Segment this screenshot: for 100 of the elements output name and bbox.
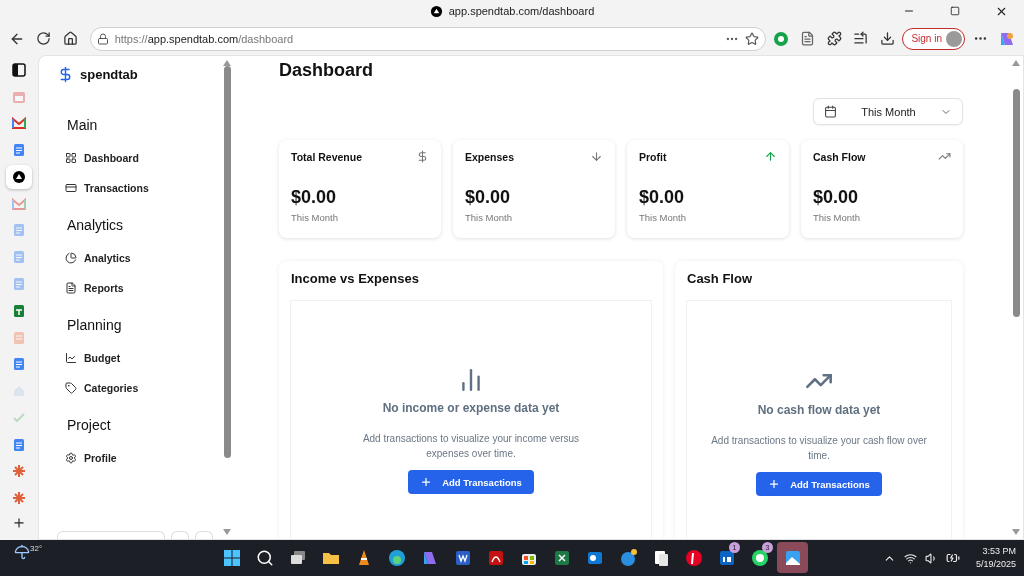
favorites-icon <box>853 31 869 46</box>
site-logo-icon <box>429 4 443 18</box>
swirl-icon <box>998 30 1015 47</box>
nav-item[interactable]: Analytics <box>57 243 221 273</box>
starburst-icon <box>12 464 26 479</box>
tag-icon <box>65 382 77 394</box>
line-chart-icon <box>65 352 77 364</box>
spreadsheet-icon <box>12 303 26 318</box>
trend-up-icon <box>938 150 951 163</box>
stat-value: $0.00 <box>291 187 338 208</box>
brand-name: spendtab <box>80 67 138 82</box>
lock-icon <box>96 32 109 45</box>
stat-label: Expenses <box>465 150 515 163</box>
document-icon <box>12 143 26 158</box>
new-tab-icon[interactable] <box>12 516 26 530</box>
settings-icon <box>65 452 77 464</box>
stat-note: This Month <box>813 212 861 223</box>
scroll-up-icon[interactable] <box>1012 60 1020 66</box>
refresh-icon <box>36 31 52 46</box>
restore-icon <box>950 6 960 16</box>
stat-note: This Month <box>291 212 339 223</box>
calendar-icon <box>12 89 26 104</box>
section-heading: Main <box>67 117 99 133</box>
browser-icon <box>386 547 407 568</box>
section-heading: Project <box>67 417 112 433</box>
scrollbar-thumb[interactable] <box>223 66 231 458</box>
checkmark-icon <box>12 410 26 425</box>
nav-item[interactable]: Reports <box>57 273 221 303</box>
scroll-down-icon[interactable] <box>1012 529 1020 535</box>
grid-icon <box>65 152 77 164</box>
document-icon <box>65 282 77 294</box>
plus-icon <box>768 478 781 490</box>
url-text: https://app.spendtab.com/dashboard <box>114 32 295 45</box>
empty-state-text: Add transactions to visualize your income versus expenses over time. <box>361 432 581 461</box>
window-title: app.spendtab.com/dashboard <box>448 5 595 17</box>
address-bar[interactable]: https://app.spendtab.com/dashboard <box>89 26 766 51</box>
starburst-icon <box>12 491 26 506</box>
empty-state-title: No income or expense data yet <box>382 401 560 415</box>
envelope-icon <box>12 116 26 131</box>
document-icon <box>12 250 26 265</box>
stat-note: This Month <box>639 212 687 223</box>
document-icon <box>12 277 26 291</box>
nav-item[interactable]: Dashboard <box>57 143 221 173</box>
page-title: Dashboard <box>279 60 375 81</box>
puzzle-icon <box>826 31 842 46</box>
download-icon <box>879 31 895 46</box>
add-transactions-button[interactable]: Add Transactions <box>408 470 534 494</box>
section-heading: Planning <box>67 317 123 333</box>
card-icon <box>65 182 77 194</box>
stat-note: This Month <box>465 212 513 223</box>
period-select[interactable]: This Month <box>813 98 963 125</box>
taskbar-app[interactable] <box>777 542 808 573</box>
scrollbar-thumb[interactable] <box>1012 88 1020 317</box>
calendar-icon <box>824 105 837 118</box>
empty-state-title: No cash flow data yet <box>757 403 881 417</box>
stat-value: $0.00 <box>639 187 686 208</box>
nav-item[interactable]: Transactions <box>57 173 221 203</box>
volume-icon[interactable] <box>924 551 938 565</box>
nav-item[interactable]: Budget <box>57 343 221 373</box>
stat-value: $0.00 <box>813 187 860 208</box>
sidebar-panel-icon <box>12 62 26 77</box>
ring-icon <box>772 30 789 47</box>
sign-in-button[interactable]: Sign in <box>902 27 965 50</box>
arrow-down-icon <box>590 150 603 163</box>
clock[interactable]: 3:53 PM 5/19/2025 <box>975 545 1016 571</box>
scroll-down-icon[interactable] <box>223 529 231 535</box>
home-icon <box>62 31 78 46</box>
arrow-up-icon <box>764 150 777 163</box>
stat-label: Profit <box>639 150 667 163</box>
slides-icon <box>12 330 26 345</box>
empty-state-text: Add transactions to visualize your cash flow over time. <box>710 434 928 463</box>
battery-icon[interactable] <box>945 551 960 565</box>
plus-icon <box>420 476 433 488</box>
document-icon <box>799 31 815 46</box>
avatar-icon <box>945 30 962 47</box>
pie-chart-icon <box>65 252 77 264</box>
stat-label: Cash Flow <box>813 150 866 163</box>
envelope-icon <box>12 196 26 211</box>
nav-item[interactable]: Profile <box>57 443 221 473</box>
document-icon <box>12 357 26 372</box>
nav-item[interactable]: Categories <box>57 373 221 403</box>
stat-label: Total Revenue <box>291 150 362 163</box>
stat-value: $0.00 <box>465 187 512 208</box>
dollar-icon <box>416 150 429 163</box>
search-icon <box>255 548 274 567</box>
temperature: 32° <box>30 544 43 553</box>
add-transactions-button[interactable]: Add Transactions <box>756 472 882 496</box>
umbrella-icon <box>14 544 30 560</box>
vertical-tab[interactable] <box>6 165 32 189</box>
triangle-logo-icon <box>12 169 26 184</box>
panel-title: Cash Flow <box>687 271 753 286</box>
favorite-star-icon[interactable] <box>744 31 759 46</box>
section-heading: Analytics <box>67 217 125 233</box>
windows-logo-icon <box>221 547 242 568</box>
wifi-icon[interactable] <box>903 551 917 565</box>
document-icon <box>12 437 26 452</box>
panel-title: Income vs Expenses <box>291 271 420 286</box>
chat-app-icon <box>749 547 770 568</box>
pin-logo-icon <box>683 547 704 568</box>
document-icon <box>12 223 26 238</box>
